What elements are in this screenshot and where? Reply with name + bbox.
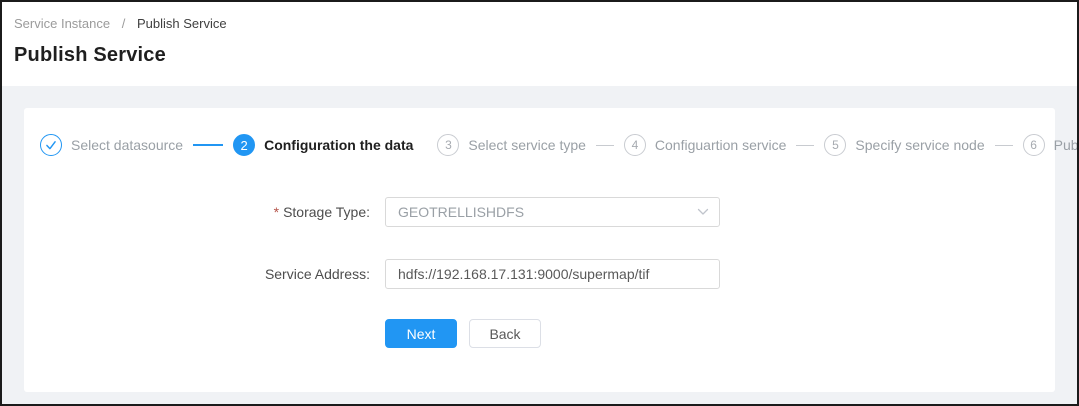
step-specify-service-node: 5 Specify service node (824, 134, 984, 156)
storage-type-label-text: Storage Type: (283, 204, 370, 220)
step-number-5: 5 (824, 134, 846, 156)
step-label-configuartion-service: Configuartion service (655, 137, 787, 153)
storage-type-label: *Storage Type: (24, 204, 385, 220)
storage-type-select[interactable]: GEOTRELLISHDFS (385, 197, 720, 227)
step-number-4: 4 (624, 134, 646, 156)
step-label-publish: Publish (1054, 137, 1079, 153)
page-body: Select datasource 2 Configuration the da… (2, 86, 1077, 404)
step-number-2: 2 (233, 134, 255, 156)
page-header: Service Instance / Publish Service Publi… (2, 2, 1077, 86)
step-configuartion-service: 4 Configuartion service (624, 134, 787, 156)
storage-type-selected-value: GEOTRELLISHDFS (398, 204, 697, 220)
step-connector (796, 145, 814, 146)
breadcrumb-publish-service: Publish Service (137, 16, 227, 31)
service-address-label-text: Service Address: (265, 266, 370, 282)
service-address-input[interactable] (385, 259, 720, 289)
storage-type-row: *Storage Type: GEOTRELLISHDFS (24, 197, 1055, 227)
breadcrumb-service-instance[interactable]: Service Instance (14, 16, 110, 31)
step-number-3: 3 (437, 134, 459, 156)
step-connector (415, 145, 435, 146)
service-address-label: Service Address: (24, 266, 385, 282)
step-select-datasource: Select datasource (40, 134, 183, 156)
publish-wizard-card: Select datasource 2 Configuration the da… (24, 108, 1055, 392)
step-publish: 6 Publish (1023, 134, 1079, 156)
back-button[interactable]: Back (469, 319, 541, 348)
step-connector (193, 144, 223, 146)
required-asterisk: * (274, 204, 279, 220)
step-configuration-the-data: 2 Configuration the data (233, 134, 413, 156)
next-button[interactable]: Next (385, 319, 457, 348)
wizard-stepper: Select datasource 2 Configuration the da… (24, 108, 1055, 156)
step-select-service-type: 3 Select service type (437, 134, 586, 156)
step-number-6: 6 (1023, 134, 1045, 156)
configuration-form: *Storage Type: GEOTRELLISHDFS (24, 197, 1055, 348)
chevron-down-icon (697, 208, 709, 216)
service-address-row: Service Address: (24, 259, 1055, 289)
step-label-select-service-type: Select service type (468, 137, 586, 153)
step-connector (995, 145, 1013, 146)
app-window: Service Instance / Publish Service Publi… (0, 0, 1079, 406)
step-label-select-datasource: Select datasource (71, 137, 183, 153)
step-connector (596, 145, 614, 146)
step-label-specify-service-node: Specify service node (855, 137, 984, 153)
breadcrumb: Service Instance / Publish Service (2, 2, 1077, 31)
breadcrumb-separator: / (122, 16, 126, 31)
step-label-configuration-the-data: Configuration the data (264, 137, 413, 153)
page-title: Publish Service (14, 44, 1077, 67)
form-actions: Next Back (385, 319, 1055, 348)
check-icon (40, 134, 62, 156)
